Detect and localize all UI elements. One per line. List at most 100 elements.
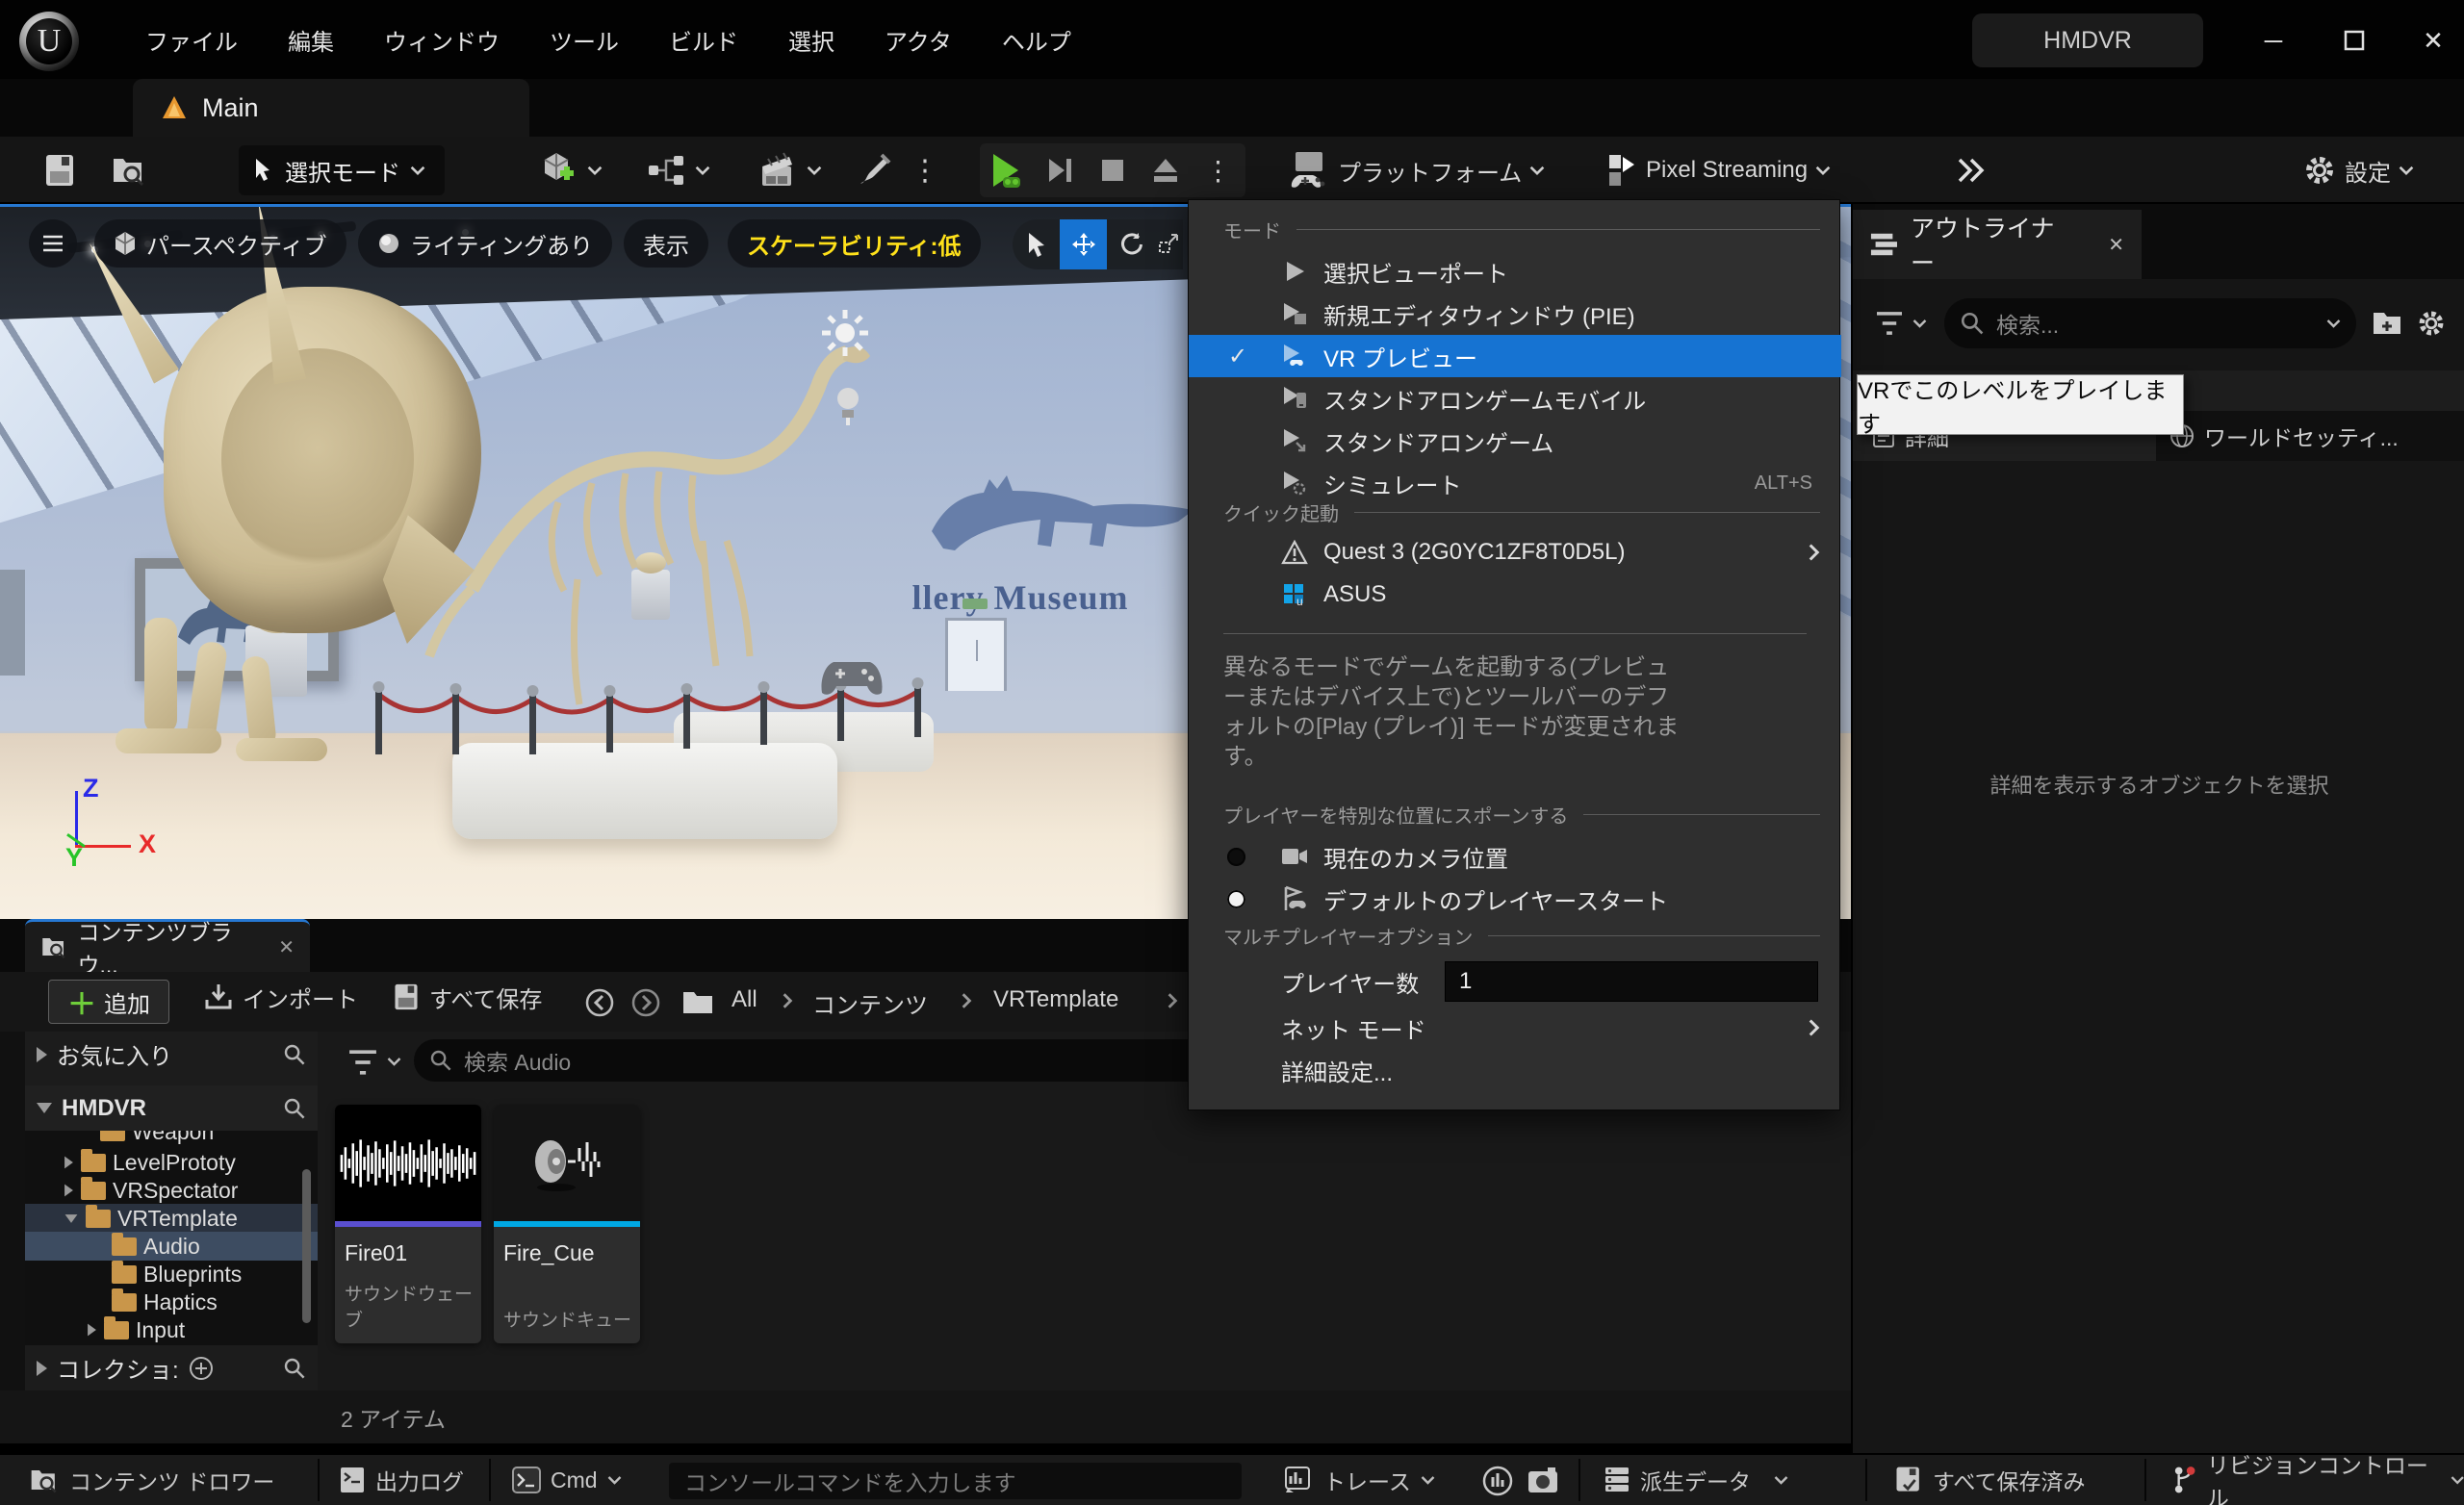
collections-section[interactable]: コレクショ: [25, 1345, 318, 1390]
breadcrumb-vrtemplate[interactable]: VRTemplate [993, 986, 1118, 1013]
back-icon[interactable] [585, 988, 614, 1017]
close-button[interactable]: ✕ [2412, 21, 2454, 60]
eject-button[interactable] [1139, 143, 1192, 197]
content-drawer-button[interactable]: コンテンツ ドロワー [29, 1455, 274, 1505]
tab-world-settings[interactable]: ワールドセッティ... [2156, 411, 2464, 461]
show-dropdown[interactable]: 表示 [624, 219, 708, 268]
breadcrumb-content[interactable]: コンテンツ [812, 986, 928, 1020]
search-icon[interactable] [283, 1357, 306, 1380]
outliner-search-input[interactable]: 検索... [1944, 298, 2356, 348]
add-actor-button[interactable] [537, 137, 603, 204]
lamp-sprite[interactable] [830, 385, 866, 427]
tab-outliner[interactable]: アウトライナー ✕ [1853, 210, 2142, 279]
perspective-dropdown[interactable]: パースペクティブ [94, 219, 346, 268]
select-mode-dropdown[interactable]: 選択モード [239, 145, 445, 195]
favorites-section[interactable]: お気に入り [25, 1032, 318, 1077]
move-tool-button[interactable] [1060, 219, 1107, 269]
select-tool-button[interactable] [1013, 219, 1060, 269]
all-saved-button[interactable]: すべて保存済み [1894, 1455, 2085, 1505]
tree-item-weapon[interactable]: Weapon [25, 1131, 318, 1146]
menu-item-quest3[interactable]: Quest 3 (2G0YC1ZF8T0D5L) [1189, 531, 1841, 574]
filter-icon[interactable] [1874, 311, 1905, 336]
screenshot-icon[interactable] [1527, 1465, 1559, 1497]
menu-item-advanced-settings[interactable]: 詳細設定... [1189, 1049, 1841, 1091]
menu-item-standalone-game[interactable]: スタンドアロンゲーム [1189, 420, 1841, 462]
unreal-logo-icon[interactable]: U [19, 12, 79, 71]
menu-build[interactable]: ビルド [663, 23, 744, 57]
import-button[interactable]: インポート [204, 972, 358, 1022]
frame-skip-button[interactable] [1033, 143, 1086, 197]
maximize-button[interactable] [2333, 21, 2375, 60]
tree-item-audio[interactable]: Audio [25, 1232, 318, 1261]
menu-window[interactable]: ウィンドウ [378, 23, 505, 57]
add-folder-icon[interactable] [2372, 309, 2402, 338]
asset-fire-cue[interactable]: Fire_Cue サウンドキュー [494, 1105, 640, 1343]
search-icon[interactable] [283, 1097, 306, 1120]
rotate-tool-button[interactable] [1107, 219, 1154, 269]
menu-select[interactable]: 選択 [783, 23, 840, 57]
close-tab-icon[interactable]: ✕ [2108, 233, 2124, 257]
console-command-input[interactable]: コンソールコマンドを入力します [669, 1463, 1242, 1499]
output-log-button[interactable]: 出力ログ [339, 1455, 464, 1505]
menu-help[interactable]: ヘルプ [996, 23, 1077, 57]
tree-scrollbar[interactable] [302, 1169, 311, 1323]
pixel-streaming-dropdown[interactable]: Pixel Streaming [1605, 137, 1831, 204]
toolbar-expand-chevrons[interactable] [1954, 137, 1987, 204]
menu-file[interactable]: ファイル [140, 23, 244, 57]
menu-item-selected-viewport[interactable]: 選択ビューポート [1189, 250, 1841, 293]
player-count-input[interactable]: 1 [1445, 961, 1818, 1002]
menu-item-current-camera[interactable]: 現在のカメラ位置 [1189, 835, 1841, 878]
tree-item-haptics[interactable]: Haptics [25, 1288, 318, 1316]
project-root-section[interactable]: HMDVR [25, 1085, 318, 1131]
save-button[interactable] [43, 137, 76, 204]
cmd-dropdown[interactable]: Cmd [512, 1455, 622, 1505]
viewport-options-menu[interactable] [29, 219, 77, 268]
menu-item-vr-preview[interactable]: ✓ VR プレビュー [1189, 335, 1841, 377]
close-tab-icon[interactable]: ✕ [278, 935, 295, 959]
minimize-button[interactable]: ─ [2252, 21, 2295, 60]
stop-button[interactable] [1086, 143, 1139, 197]
breadcrumb-all[interactable]: All [732, 986, 757, 1013]
tree-item-input[interactable]: Input [25, 1315, 318, 1344]
save-all-button[interactable]: すべて保存 [393, 972, 542, 1022]
tree-item-vrtemplate[interactable]: VRTemplate [25, 1204, 318, 1233]
landscape-paint-button[interactable] [855, 137, 893, 204]
menu-item-asus[interactable]: u ASUS [1189, 574, 1841, 616]
menu-actor[interactable]: アクタ [879, 23, 958, 57]
settings-dropdown[interactable]: 設定 [2302, 137, 2414, 204]
chevron-down-icon[interactable] [1912, 319, 1927, 328]
revision-control-dropdown[interactable]: リビジョンコントロール [2171, 1455, 2464, 1505]
asset-fire01[interactable]: Fire01 サウンドウェーブ [335, 1105, 481, 1343]
menu-tools[interactable]: ツール [544, 23, 625, 57]
add-button[interactable]: ＋ 追加 [48, 980, 169, 1024]
stat-circle-icon[interactable] [1482, 1466, 1513, 1496]
add-collection-icon[interactable] [189, 1356, 214, 1381]
gamepad-sprite[interactable] [818, 656, 886, 704]
tree-item-vrspectator[interactable]: VRSpectator [25, 1176, 318, 1205]
chevron-down-icon[interactable] [387, 1057, 401, 1066]
filter-icon[interactable] [346, 1049, 379, 1076]
cinematics-button[interactable] [758, 137, 822, 204]
derived-data-dropdown[interactable]: 派生データ [1604, 1455, 1788, 1505]
view-mode-dropdown[interactable]: ライティングあり [358, 219, 612, 268]
sun-light-sprite[interactable] [820, 308, 870, 358]
toolbar-overflow-dots[interactable]: ⋮ [911, 137, 940, 204]
blueprints-button[interactable] [647, 137, 710, 204]
menu-item-net-mode[interactable]: ネット モード [1189, 1007, 1841, 1049]
tab-content-browser[interactable]: コンテンツブラウ... ✕ [25, 919, 310, 972]
menu-item-default-player-start[interactable]: デフォルトのプレイヤースタート [1189, 878, 1841, 920]
content-browser-button[interactable] [111, 137, 147, 204]
trace-dropdown[interactable]: トレース [1285, 1455, 1435, 1505]
play-options-dots[interactable]: ⋮ [1192, 143, 1245, 197]
menu-item-standalone-mobile[interactable]: スタンドアロンゲームモバイル [1189, 377, 1841, 420]
menu-item-new-editor-window[interactable]: 新規エディタウィンドウ (PIE) [1189, 293, 1841, 335]
scalability-warning-pill[interactable]: スケーラビリティ:低 [728, 219, 981, 268]
forward-icon[interactable] [631, 988, 660, 1017]
gear-icon[interactable] [2416, 308, 2447, 339]
tab-main-level[interactable]: Main [133, 79, 529, 137]
play-button[interactable] [980, 143, 1033, 197]
menu-edit[interactable]: 編集 [282, 23, 340, 57]
search-icon[interactable] [283, 1043, 306, 1066]
tree-item-blueprints[interactable]: Blueprints [25, 1260, 318, 1288]
platforms-dropdown[interactable]: プラットフォーム [1288, 137, 1545, 204]
